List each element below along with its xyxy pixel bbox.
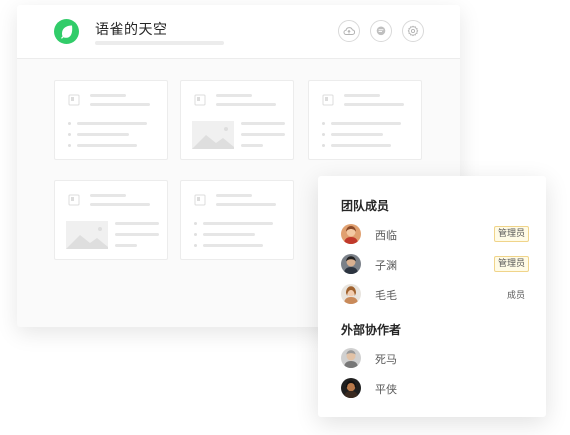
image-placeholder-icon [66,221,108,249]
list-bullet [194,222,197,225]
list-bullet [322,133,325,136]
doc-card[interactable] [308,80,422,160]
comments-button[interactable] [370,20,392,42]
text-line-placeholder [331,144,391,147]
collaborator-name: 平侠 [375,383,397,396]
member-name: 毛毛 [375,289,397,302]
doc-card[interactable] [180,80,294,160]
text-line-placeholder [331,122,401,125]
doc-title-placeholder [344,94,380,97]
chat-bubble-icon [376,26,386,36]
text-line-placeholder [77,133,129,136]
list-bullet [322,122,325,125]
doc-meta-placeholder [90,203,150,206]
space-subtitle-placeholder [95,41,224,45]
text-line-placeholder [115,233,159,236]
document-icon [322,94,334,106]
avatar [341,348,361,368]
external-collaborators-heading: 外部协作者 [341,323,402,337]
text-line-placeholder [203,222,273,225]
list-bullet [68,144,71,147]
avatar [341,284,361,304]
avatar [341,254,361,274]
upload-button[interactable] [338,20,360,42]
member-row[interactable]: 子渊 管理员 [341,254,531,276]
list-bullet [68,122,71,125]
text-line-placeholder [77,122,147,125]
cloud-upload-icon [343,27,355,35]
text-line-placeholder [115,244,137,247]
doc-meta-placeholder [90,103,150,106]
doc-meta-placeholder [344,103,404,106]
document-icon [194,94,206,106]
text-line-placeholder [241,144,263,147]
doc-title-placeholder [90,194,126,197]
member-row[interactable]: 西临 管理员 [341,224,531,246]
space-logo[interactable] [54,19,79,44]
user-avatar-icon [341,224,361,244]
list-bullet [322,144,325,147]
role-label: 成员 [506,291,525,301]
image-placeholder [66,221,108,249]
doc-title-placeholder [216,194,252,197]
document-icon [68,194,80,206]
settings-button[interactable] [402,20,424,42]
gear-icon [407,25,419,37]
doc-card[interactable] [54,180,168,260]
list-bullet [68,133,71,136]
user-avatar-icon [341,254,361,274]
document-icon [194,194,206,206]
document-icon [68,94,80,106]
role-badge: 管理员 [493,256,529,272]
member-name: 子渊 [375,259,397,272]
collaborator-row[interactable]: 平侠 [341,378,531,400]
leaf-icon [61,25,73,39]
text-line-placeholder [241,122,285,125]
doc-card[interactable] [180,180,294,260]
team-members-heading: 团队成员 [341,199,390,213]
image-placeholder-icon [192,121,234,149]
role-badge: 管理员 [493,226,529,242]
text-line-placeholder [241,133,285,136]
text-line-placeholder [203,233,255,236]
user-avatar-icon [341,348,361,368]
image-placeholder [192,121,234,149]
doc-title-placeholder [216,94,252,97]
space-title: 语雀的天空 [95,22,168,38]
members-panel: 团队成员 西临 管理员 子渊 管理员 毛毛 成员 外部协作者 死马 平侠 [318,176,546,417]
doc-meta-placeholder [216,103,276,106]
doc-title-placeholder [90,94,126,97]
member-row[interactable]: 毛毛 成员 [341,284,531,306]
text-line-placeholder [331,133,383,136]
text-line-placeholder [115,222,159,225]
doc-meta-placeholder [216,203,276,206]
list-bullet [194,233,197,236]
avatar [341,378,361,398]
collaborator-row[interactable]: 死马 [341,348,531,370]
space-header: 语雀的天空 [17,5,460,59]
avatar [341,224,361,244]
user-avatar-icon [341,284,361,304]
collaborator-name: 死马 [375,353,397,366]
text-line-placeholder [203,244,263,247]
list-bullet [194,244,197,247]
doc-card[interactable] [54,80,168,160]
member-name: 西临 [375,229,397,242]
user-avatar-icon [341,378,361,398]
text-line-placeholder [77,144,137,147]
